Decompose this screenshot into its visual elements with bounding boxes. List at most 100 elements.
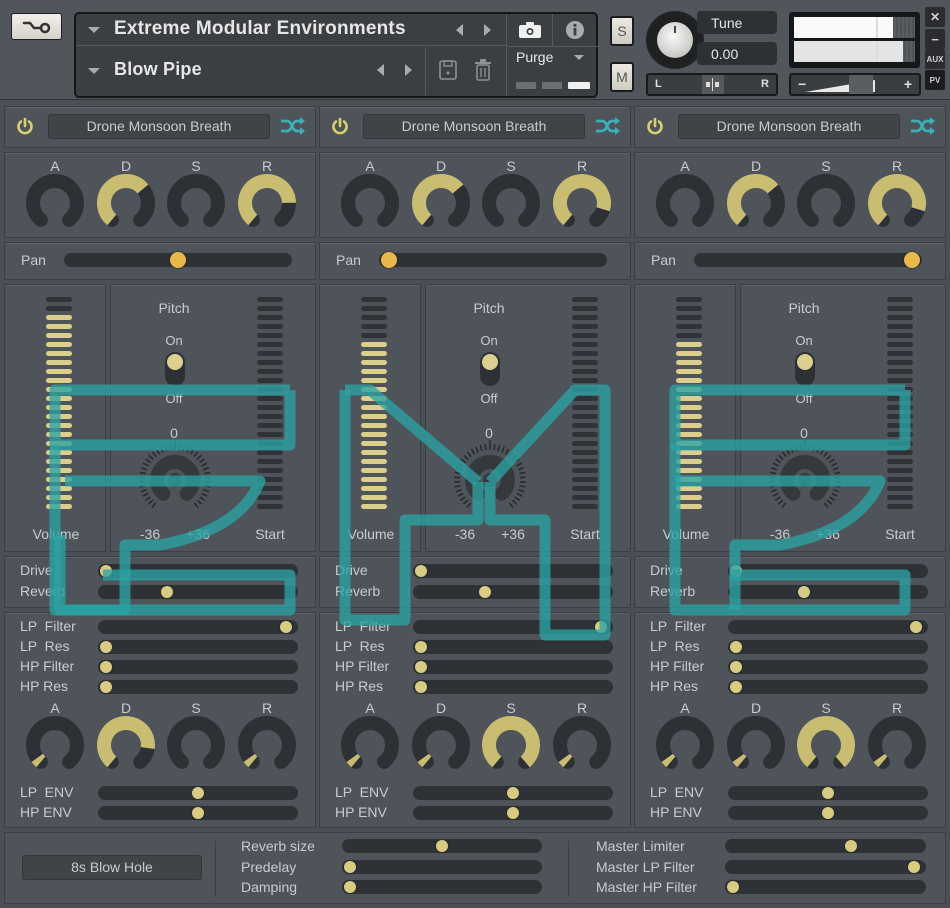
tune-knob[interactable] (646, 11, 704, 69)
slider-thumb[interactable] (822, 807, 834, 819)
slider-thumb[interactable] (381, 252, 397, 268)
filter-env-knob-s[interactable] (481, 714, 541, 774)
filter-env-knob-a[interactable] (25, 714, 85, 774)
slider-thumb[interactable] (100, 661, 112, 673)
slider-track[interactable] (694, 252, 922, 268)
minimize-button[interactable]: − (925, 29, 945, 49)
amp-env-knob-d[interactable] (96, 172, 156, 232)
master-hp-filter-slider[interactable] (725, 880, 926, 894)
slider-track[interactable] (413, 806, 613, 820)
filter-env-knob-d[interactable] (96, 714, 156, 774)
slider-thumb[interactable] (100, 565, 112, 577)
slider-thumb[interactable] (344, 881, 356, 893)
slider-thumb[interactable] (100, 641, 112, 653)
close-button[interactable]: ✕ (925, 7, 945, 27)
slider-track[interactable] (98, 620, 298, 634)
filter-env-knob-r[interactable] (552, 714, 612, 774)
preset-name-field[interactable]: Drone Monsoon Breath (48, 114, 270, 139)
slider-track[interactable] (98, 806, 298, 820)
slider-thumb[interactable] (845, 840, 858, 852)
slider-thumb[interactable] (160, 586, 173, 598)
master-limiter-slider[interactable] (725, 839, 926, 853)
settings-button[interactable] (11, 13, 62, 40)
preset-name-field[interactable]: Drone Monsoon Breath (678, 114, 900, 139)
instrument-volume-slider[interactable]: − + (789, 73, 921, 96)
slider-track[interactable] (98, 640, 298, 654)
amp-env-knob-a[interactable] (340, 172, 400, 232)
slider-thumb[interactable] (192, 807, 204, 819)
slider-thumb[interactable] (192, 787, 204, 799)
camera-icon[interactable] (518, 21, 542, 39)
slider-track[interactable] (98, 680, 298, 694)
slider-thumb[interactable] (170, 252, 186, 268)
tune-value[interactable]: 0.00 (697, 42, 777, 65)
slider-thumb[interactable] (798, 586, 811, 598)
pan-center-handle[interactable] (702, 75, 724, 94)
slider-track[interactable] (728, 660, 928, 674)
slider-thumb[interactable] (730, 641, 742, 653)
pitch-toggle-switch[interactable] (795, 352, 815, 386)
amp-env-knob-s[interactable] (796, 172, 856, 232)
solo-button[interactable]: S (610, 16, 634, 46)
predelay-slider[interactable] (342, 860, 542, 874)
filter-env-knob-r[interactable] (237, 714, 297, 774)
purge-caret-icon[interactable] (574, 55, 584, 60)
aux-button[interactable]: AUX (925, 49, 945, 69)
slider-track[interactable] (728, 620, 928, 634)
amp-env-knob-s[interactable] (166, 172, 226, 232)
pitch-knob[interactable] (765, 438, 845, 523)
slider-thumb[interactable] (415, 661, 427, 673)
slider-thumb[interactable] (415, 681, 427, 693)
slider-track[interactable] (728, 680, 928, 694)
slider-track[interactable] (98, 786, 298, 800)
slider-track[interactable] (379, 252, 607, 268)
volume-meter[interactable] (361, 297, 387, 513)
next-library-icon[interactable] (484, 24, 491, 36)
shuffle-button[interactable] (910, 116, 936, 141)
amp-env-knob-s[interactable] (481, 172, 541, 232)
slider-thumb[interactable] (730, 661, 742, 673)
filter-env-knob-d[interactable] (726, 714, 786, 774)
damping-slider[interactable] (342, 880, 542, 894)
instrument-name[interactable]: Blow Pipe (114, 59, 202, 80)
filter-env-knob-d[interactable] (411, 714, 471, 774)
filter-env-knob-s[interactable] (166, 714, 226, 774)
instrument-dropdown-caret-icon[interactable] (88, 68, 100, 74)
amp-env-knob-r[interactable] (552, 172, 612, 232)
library-title[interactable]: Extreme Modular Environments (114, 18, 406, 40)
mute-button[interactable]: M (610, 62, 634, 92)
slider-track[interactable] (98, 660, 298, 674)
pitch-toggle-switch[interactable] (165, 352, 185, 386)
slider-track[interactable] (413, 786, 613, 800)
amp-env-knob-a[interactable] (25, 172, 85, 232)
slider-track[interactable] (728, 564, 928, 578)
slider-track[interactable] (98, 564, 298, 578)
slider-thumb[interactable] (415, 641, 427, 653)
reverb-size-slider[interactable] (342, 839, 542, 853)
slider-track[interactable] (413, 680, 613, 694)
amp-env-knob-d[interactable] (411, 172, 471, 232)
amp-env-knob-r[interactable] (867, 172, 927, 232)
slider-thumb[interactable] (507, 787, 519, 799)
preset-name-field[interactable]: Drone Monsoon Breath (363, 114, 585, 139)
filter-env-knob-s[interactable] (796, 714, 856, 774)
filter-env-knob-r[interactable] (867, 714, 927, 774)
slider-track[interactable] (98, 585, 298, 599)
save-icon[interactable] (438, 59, 458, 81)
start-meter[interactable] (257, 297, 283, 513)
master-lp-filter-slider[interactable] (725, 860, 926, 874)
slider-thumb[interactable] (730, 565, 742, 577)
slider-thumb[interactable] (436, 840, 448, 852)
slider-thumb[interactable] (908, 861, 921, 873)
slider-thumb[interactable] (344, 861, 356, 873)
amp-env-knob-r[interactable] (237, 172, 297, 232)
slider-track[interactable] (728, 806, 928, 820)
slider-thumb[interactable] (507, 807, 519, 819)
slider-track[interactable] (413, 564, 613, 578)
slider-track[interactable] (728, 585, 928, 599)
info-icon[interactable] (565, 20, 585, 40)
slider-thumb[interactable] (727, 881, 739, 893)
shuffle-button[interactable] (280, 116, 306, 141)
slider-track[interactable] (413, 660, 613, 674)
power-button[interactable] (331, 117, 349, 140)
